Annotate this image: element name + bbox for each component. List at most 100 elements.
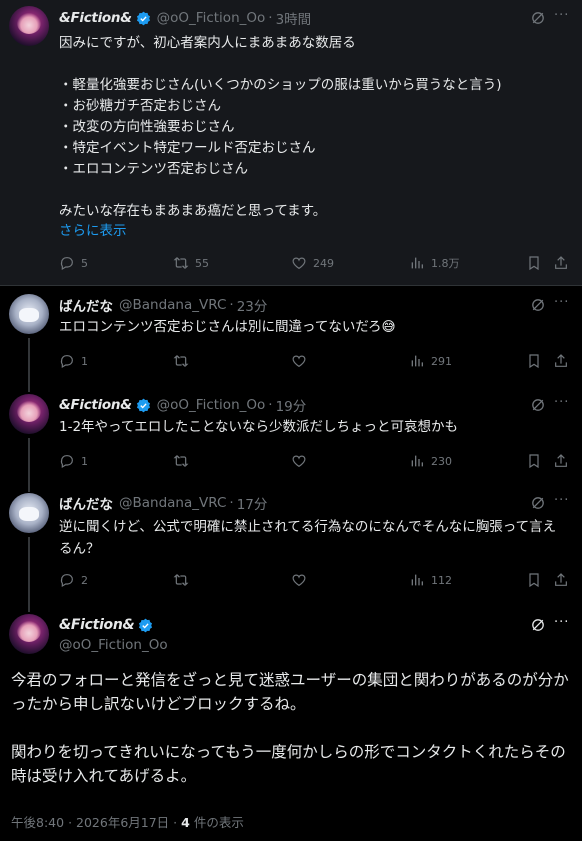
verified-badge-icon: [136, 398, 150, 412]
display-name[interactable]: ばんだな: [59, 295, 113, 315]
timestamp[interactable]: 3時間: [276, 8, 312, 28]
share-button[interactable]: [553, 352, 569, 370]
handle[interactable]: @Bandana_VRC: [119, 495, 226, 511]
tweet-text: 因みにですが、初心者案内人にまあまあな数居る ・軽量化強要おじさん(いくつかのシ…: [59, 35, 502, 219]
thread-line: [28, 604, 30, 612]
grok-icon[interactable]: [530, 397, 546, 413]
bookmark-button[interactable]: [526, 254, 542, 272]
avatar[interactable]: [9, 394, 49, 434]
views-count: 230: [431, 454, 452, 468]
avatar[interactable]: [9, 493, 49, 533]
thread-line: [28, 438, 30, 484]
show-more-link[interactable]: さらに表示: [59, 221, 568, 242]
share-button[interactable]: [553, 452, 569, 470]
separator-dot: ·: [229, 495, 234, 511]
share-icon: [555, 573, 567, 586]
timestamp[interactable]: 23分: [237, 295, 268, 315]
like-button[interactable]: [291, 452, 307, 470]
separator-dot: ·: [173, 815, 182, 830]
share-icon: [555, 256, 567, 269]
avatar[interactable]: [9, 614, 49, 654]
views-button[interactable]: 291: [409, 352, 452, 370]
timestamp[interactable]: 17分: [237, 493, 268, 513]
tweet-text: 1-2年やってエロしたことないなら少数派だしちょっと可哀想かも: [59, 419, 458, 435]
retweet-icon: [173, 455, 189, 467]
separator-dot: ·: [268, 397, 273, 413]
grok-icon[interactable]: [530, 617, 546, 633]
grok-icon[interactable]: [530, 297, 546, 313]
views-icon: [411, 257, 423, 269]
retweet-button[interactable]: [173, 571, 189, 589]
reply-count: 1: [81, 454, 88, 468]
reply-button[interactable]: 2: [59, 571, 88, 589]
avatar[interactable]: [9, 294, 49, 334]
main-tweet: &Fiction& @oO_Fiction_Oo ··· 今君のフォローと発信を…: [0, 604, 582, 841]
reply-count: 2: [81, 573, 88, 587]
avatar[interactable]: [9, 6, 49, 46]
views-count: 291: [431, 354, 452, 368]
handle[interactable]: @oO_Fiction_Oo: [59, 635, 168, 655]
more-icon[interactable]: ···: [554, 8, 572, 24]
more-icon[interactable]: ···: [554, 615, 572, 631]
display-name[interactable]: &Fiction&: [59, 397, 132, 413]
timestamp[interactable]: 19分: [276, 395, 307, 415]
display-name[interactable]: ばんだな: [59, 493, 113, 513]
post-time[interactable]: 午後8:40: [11, 815, 64, 830]
tweet-text: エロコンテンツ否定おじさんは別に間違ってないだろ😅: [59, 319, 396, 335]
handle[interactable]: @oO_Fiction_Oo: [157, 397, 266, 413]
share-button[interactable]: [553, 571, 569, 589]
share-button[interactable]: [553, 254, 569, 272]
tweet-text: 逆に聞くけど、公式で明確に禁止されてる行為なのになんでそんなに胸張って言えるん？: [59, 519, 557, 557]
tweet-text: 今君のフォローと発信をざっと見て迷惑ユーザーの集団と関わりがあるのが分かったから…: [11, 671, 569, 785]
views-button[interactable]: 112: [409, 571, 452, 589]
retweet-count: 55: [195, 256, 209, 270]
thread-line: [28, 384, 30, 392]
more-icon[interactable]: ···: [554, 395, 572, 411]
reply-button[interactable]: 1: [59, 352, 88, 370]
like-button[interactable]: [291, 571, 307, 589]
post-date[interactable]: 2026年6月17日: [76, 815, 169, 830]
bookmark-icon: [529, 354, 539, 369]
display-name[interactable]: &Fiction&: [59, 617, 135, 633]
bookmark-icon: [529, 256, 539, 271]
display-name[interactable]: &Fiction&: [59, 10, 132, 26]
retweet-icon: [173, 257, 189, 269]
tweet-3[interactable]: &Fiction& @oO_Fiction_Oo · 19分 ··· 1-2年や…: [0, 384, 582, 484]
reply-button[interactable]: 5: [59, 254, 88, 272]
separator-dot: ·: [68, 815, 77, 830]
grok-icon[interactable]: [530, 10, 546, 26]
like-button[interactable]: [291, 352, 307, 370]
tweet-2[interactable]: ばんだな @Bandana_VRC · 23分 ··· エロコンテンツ否定おじさ…: [0, 286, 582, 384]
bookmark-icon: [529, 573, 539, 588]
handle[interactable]: @Bandana_VRC: [119, 297, 226, 313]
retweet-button[interactable]: [173, 352, 189, 370]
reply-icon: [60, 355, 73, 369]
retweet-button[interactable]: 55: [173, 254, 209, 272]
reply-icon: [60, 455, 73, 469]
retweet-button[interactable]: [173, 452, 189, 470]
tweet-4[interactable]: ばんだな @Bandana_VRC · 17分 ··· 逆に聞くけど、公式で明確…: [0, 484, 582, 604]
bookmark-button[interactable]: [526, 571, 542, 589]
views-icon: [411, 574, 423, 586]
bookmark-button[interactable]: [526, 352, 542, 370]
bookmark-icon: [529, 454, 539, 469]
like-button[interactable]: 249: [291, 254, 334, 272]
reply-icon: [60, 574, 73, 588]
reply-button[interactable]: 1: [59, 452, 88, 470]
reply-icon: [60, 257, 73, 271]
more-icon[interactable]: ···: [554, 493, 572, 509]
separator-dot: ·: [268, 10, 273, 26]
reply-count: 5: [81, 256, 88, 270]
bookmark-button[interactable]: [526, 452, 542, 470]
like-icon: [292, 574, 306, 587]
like-count: 249: [313, 256, 334, 270]
tweet-1[interactable]: &Fiction& @oO_Fiction_Oo · 3時間 ··· 因みにです…: [0, 0, 582, 285]
views-button[interactable]: 1.8万: [409, 254, 460, 272]
handle[interactable]: @oO_Fiction_Oo: [157, 10, 266, 26]
retweet-icon: [173, 574, 189, 586]
views-button[interactable]: 230: [409, 452, 452, 470]
share-icon: [555, 354, 567, 367]
grok-icon[interactable]: [530, 495, 546, 511]
views-count: 4: [181, 815, 190, 830]
more-icon[interactable]: ···: [554, 295, 572, 311]
